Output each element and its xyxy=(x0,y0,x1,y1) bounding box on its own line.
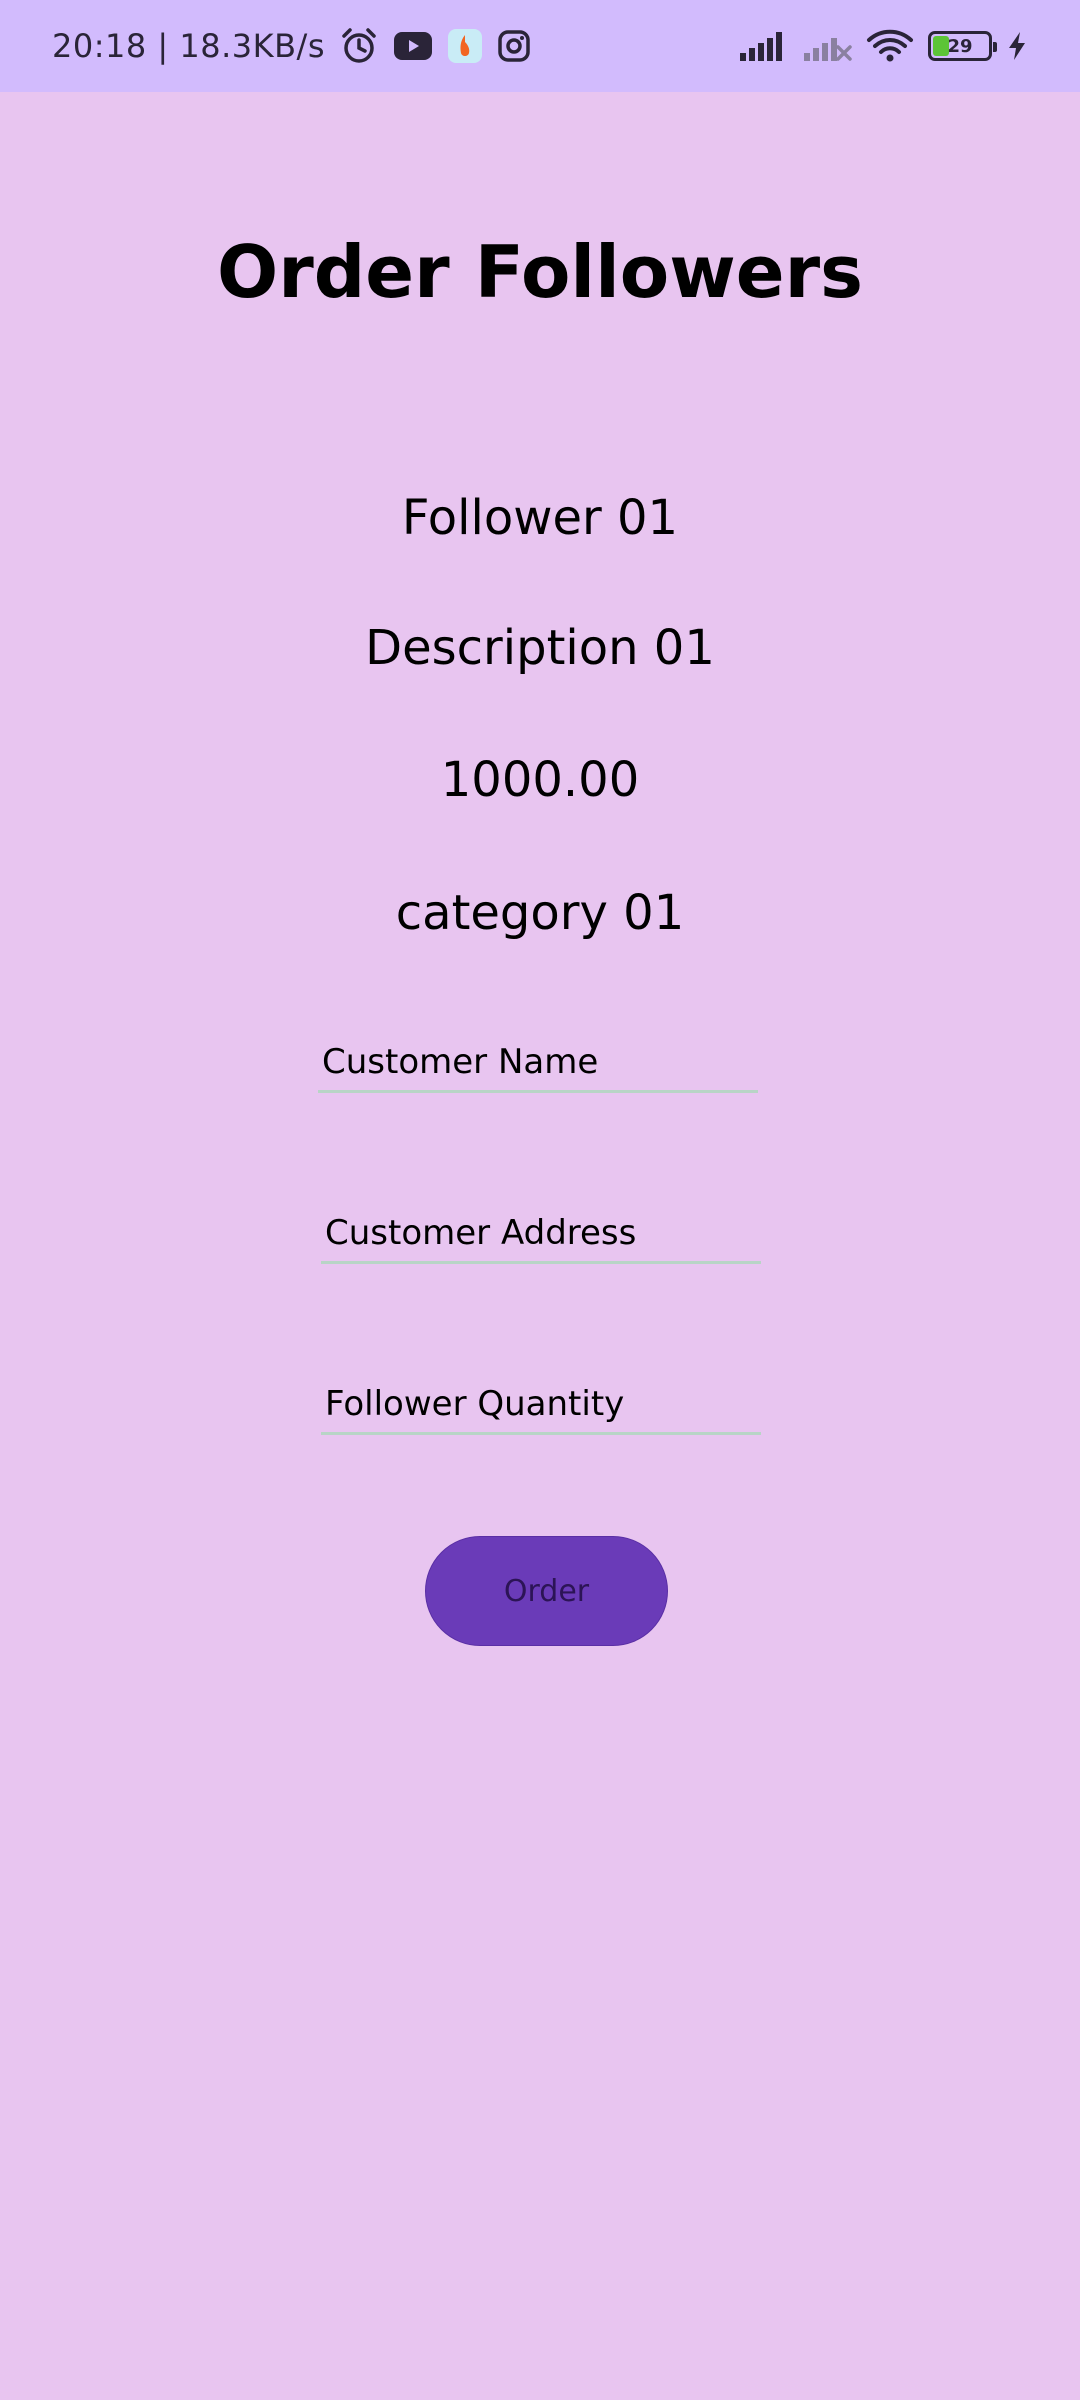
product-name: Follower 01 xyxy=(401,490,679,546)
alarm-icon xyxy=(339,26,379,66)
battery-level: 29 xyxy=(947,35,973,57)
wifi-icon xyxy=(866,28,914,64)
youtube-icon xyxy=(393,31,433,61)
battery-icon: 29 xyxy=(928,31,997,61)
product-description: Description 01 xyxy=(365,620,715,676)
status-time-speed: 20:18 | 18.3KB/s xyxy=(52,27,325,65)
charging-icon xyxy=(1006,31,1028,61)
status-bar: 20:18 | 18.3KB/s 29 xyxy=(0,0,1080,92)
product-price: 1000.00 xyxy=(440,752,640,808)
page-title: Order Followers xyxy=(217,230,863,314)
network-speed: 18.3KB/s xyxy=(179,27,325,65)
product-category: category 01 xyxy=(395,885,685,941)
customer-name-input[interactable] xyxy=(318,1033,758,1093)
order-button[interactable]: Order xyxy=(425,1536,668,1646)
customer-address-input[interactable] xyxy=(321,1204,761,1264)
follower-quantity-input[interactable] xyxy=(321,1375,761,1435)
app-icon xyxy=(447,28,483,64)
status-time: 20:18 xyxy=(52,27,147,65)
signal-icon xyxy=(738,29,788,63)
instagram-icon xyxy=(497,29,531,63)
status-right: 29 xyxy=(738,28,1028,64)
status-left: 20:18 | 18.3KB/s xyxy=(52,26,531,66)
status-separator: | xyxy=(157,27,169,65)
signal-no-service-icon xyxy=(802,29,852,63)
